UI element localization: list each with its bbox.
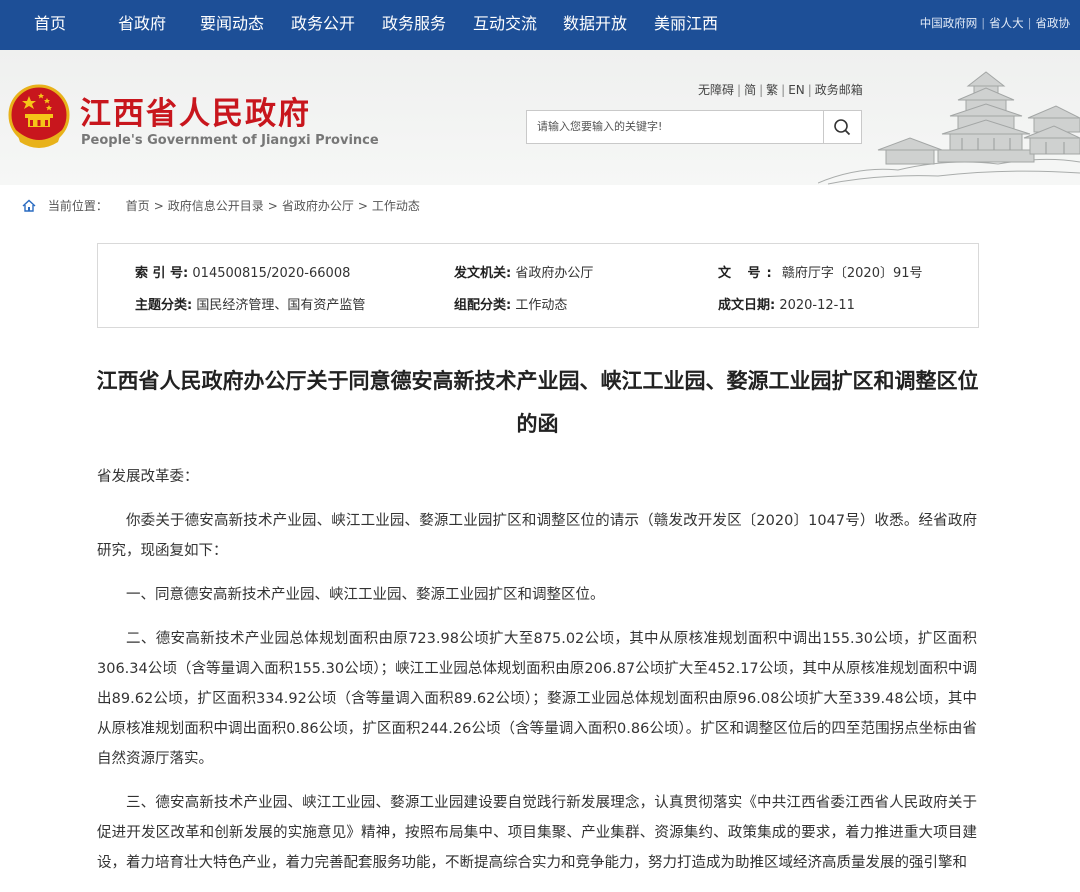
breadcrumb-item-home[interactable]: 首页 bbox=[126, 199, 150, 213]
home-icon bbox=[22, 199, 36, 212]
info-topic-label: 主题分类: bbox=[135, 298, 193, 313]
nav-item-gov-services[interactable]: 政务服务 bbox=[382, 0, 446, 50]
link-traditional[interactable]: 繁 bbox=[766, 83, 778, 97]
emblem-icon bbox=[8, 84, 70, 148]
separator: | bbox=[807, 83, 812, 97]
brand-title[interactable]: 江西省人民政府 bbox=[80, 88, 311, 133]
link-provincial-cppcc[interactable]: 省政协 bbox=[1036, 16, 1071, 30]
article-body: 省发展改革委： 你委关于德安高新技术产业园、峡江工业园、婺源工业园扩区和调整区位… bbox=[97, 462, 977, 892]
pavilion-image bbox=[818, 71, 1080, 185]
info-docno-label: 文 号: bbox=[718, 266, 778, 281]
breadcrumb-item-office[interactable]: 省政府办公厅 bbox=[282, 199, 354, 213]
top-right-links: 中国政府网 | 省人大 | 省政协 bbox=[920, 0, 1070, 50]
article-paragraph-1: 你委关于德安高新技术产业园、峡江工业园、婺源工业园扩区和调整区位的请示（赣发改开… bbox=[97, 513, 977, 559]
site-header: 江西省人民政府 People's Government of Jiangxi P… bbox=[0, 50, 1080, 185]
info-docno: 文 号: 赣府厅字〔2020〕91号 bbox=[718, 262, 923, 281]
search-bar bbox=[526, 110, 862, 144]
info-issuer-value: 省政府办公厅 bbox=[515, 266, 594, 281]
breadcrumb-separator: > bbox=[267, 199, 278, 213]
info-date: 成文日期: 2020-12-11 bbox=[718, 294, 855, 313]
nav-item-interaction[interactable]: 互动交流 bbox=[473, 0, 537, 50]
breadcrumb: 当前位置： 首页 > 政府信息公开目录 > 省政府办公厅 > 工作动态 bbox=[22, 197, 420, 214]
search-input[interactable] bbox=[527, 111, 827, 141]
nav-item-gov-affairs-public[interactable]: 政务公开 bbox=[291, 0, 355, 50]
info-group-value: 工作动态 bbox=[515, 298, 568, 313]
nav-item-home[interactable]: 首页 bbox=[34, 0, 66, 50]
article-paragraph-3: 二、德安高新技术产业园总体规划面积由原723.98公顷扩大至875.02公顷，其… bbox=[97, 631, 977, 767]
info-topic: 主题分类: 国民经济管理、国有资产监管 bbox=[135, 294, 365, 313]
separator: | bbox=[981, 16, 986, 30]
info-index-value: 014500815/2020-66008 bbox=[192, 266, 351, 281]
article-salutation: 省发展改革委： bbox=[97, 469, 199, 485]
article-paragraph-2: 一、同意德安高新技术产业园、峡江工业园、婺源工业园扩区和调整区位。 bbox=[126, 587, 605, 603]
article-paragraph-4: 三、德安高新技术产业园、峡江工业园、婺源工业园建设要自觉践行新发展理念，认真贯彻… bbox=[97, 795, 977, 871]
nav-item-open-data[interactable]: 数据开放 bbox=[563, 0, 627, 50]
document-info-table: 索 引 号: 014500815/2020-66008 发文机关: 省政府办公厅… bbox=[97, 243, 979, 328]
info-issuer: 发文机关: 省政府办公厅 bbox=[454, 262, 593, 281]
brand-subtitle: People's Government of Jiangxi Province bbox=[81, 133, 379, 148]
link-china-gov[interactable]: 中国政府网 bbox=[920, 16, 978, 30]
breadcrumb-item-catalog[interactable]: 政府信息公开目录 bbox=[168, 199, 264, 213]
info-index: 索 引 号: 014500815/2020-66008 bbox=[135, 262, 350, 281]
link-simplified[interactable]: 简 bbox=[744, 83, 756, 97]
separator: | bbox=[759, 83, 764, 97]
separator: | bbox=[781, 83, 786, 97]
breadcrumb-separator: > bbox=[357, 199, 368, 213]
info-group: 组配分类: 工作动态 bbox=[454, 294, 567, 313]
info-index-label: 索 引 号: bbox=[135, 266, 189, 281]
info-topic-value: 国民经济管理、国有资产监管 bbox=[196, 298, 366, 313]
separator: | bbox=[737, 83, 742, 97]
info-docno-value: 赣府厅字〔2020〕91号 bbox=[781, 266, 923, 281]
breadcrumb-label: 当前位置： bbox=[47, 199, 108, 213]
nav-item-beautiful-jiangxi[interactable]: 美丽江西 bbox=[654, 0, 718, 50]
link-accessibility[interactable]: 无障碍 bbox=[698, 83, 734, 97]
info-date-value: 2020-12-11 bbox=[779, 298, 855, 313]
link-provincial-congress[interactable]: 省人大 bbox=[989, 16, 1024, 30]
nav-item-news[interactable]: 要闻动态 bbox=[200, 0, 264, 50]
info-date-label: 成文日期: bbox=[718, 298, 776, 313]
info-issuer-label: 发文机关: bbox=[454, 266, 512, 281]
breadcrumb-separator: > bbox=[153, 199, 164, 213]
info-group-label: 组配分类: bbox=[454, 298, 512, 313]
top-nav: 首页 省政府 要闻动态 政务公开 政务服务 互动交流 数据开放 美丽江西 中国政… bbox=[0, 0, 1080, 50]
nav-item-provincial-gov[interactable]: 省政府 bbox=[118, 0, 166, 50]
breadcrumb-item-work-news[interactable]: 工作动态 bbox=[372, 199, 420, 213]
separator: | bbox=[1027, 16, 1032, 30]
article-title: 江西省人民政府办公厅关于同意德安高新技术产业园、峡江工业园、婺源工业园扩区和调整… bbox=[96, 369, 979, 436]
link-english[interactable]: EN bbox=[788, 83, 805, 97]
